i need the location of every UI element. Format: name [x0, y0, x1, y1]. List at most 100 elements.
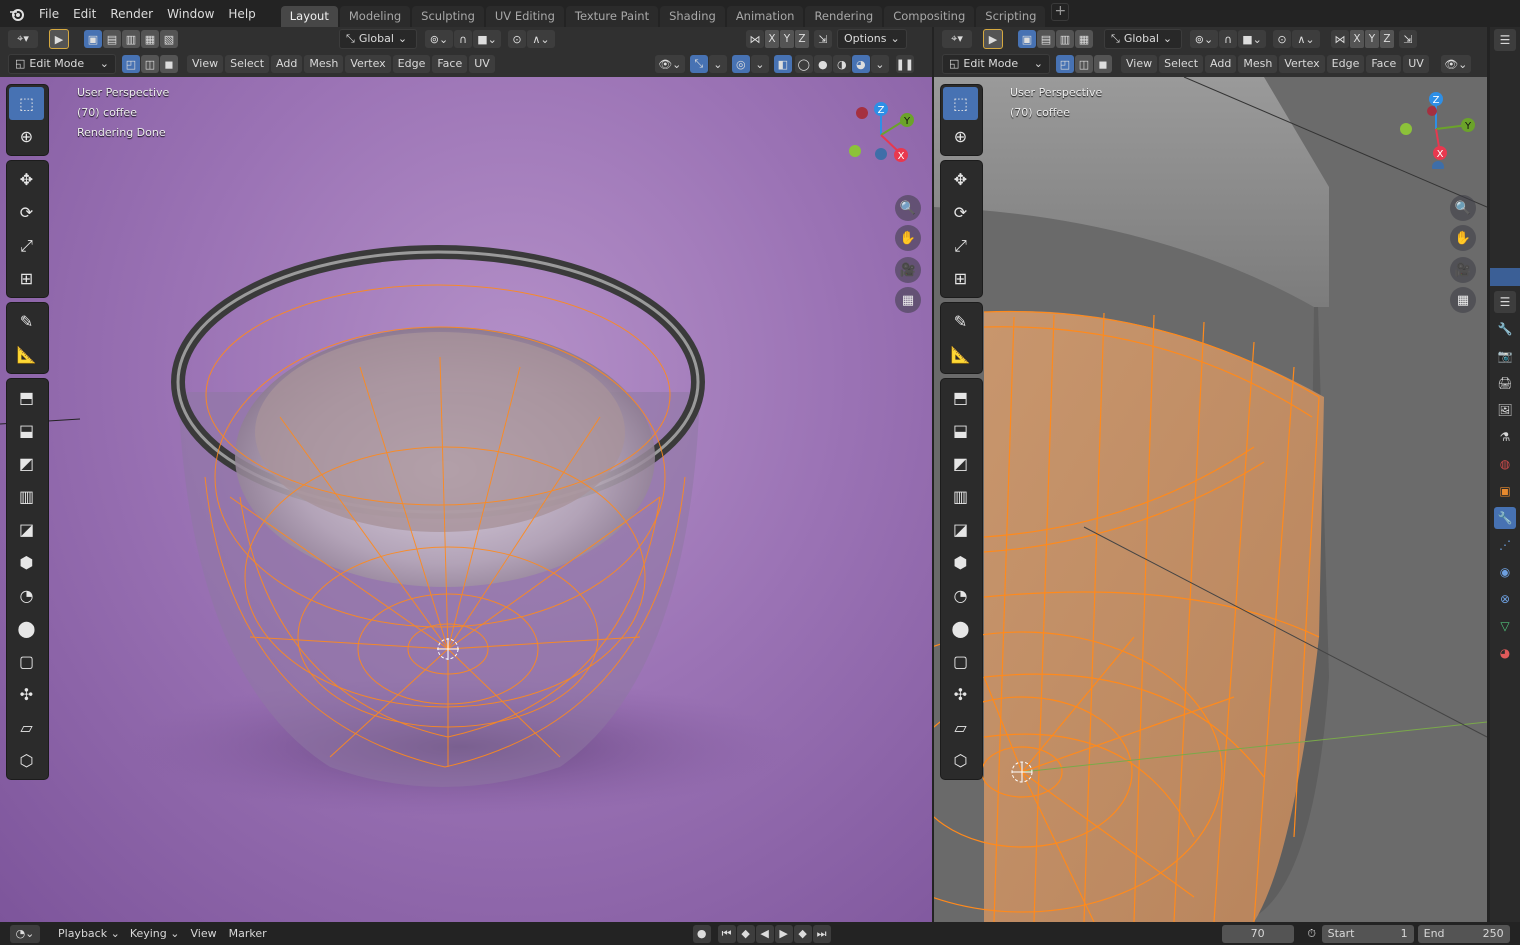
header-menu-edge[interactable]: Edge	[392, 55, 431, 73]
axis-z-toggle[interactable]: Z	[795, 30, 809, 48]
mode-subtract-icon[interactable]: ▥	[1056, 30, 1074, 48]
shrink-fatten-icon[interactable]: ✣	[9, 678, 44, 711]
marker-menu[interactable]: Marker	[223, 927, 273, 940]
tab-modeling[interactable]: Modeling	[339, 6, 411, 27]
edge-select-icon[interactable]: ◫	[1075, 55, 1093, 73]
shading-wireframe-icon[interactable]: ◯	[794, 55, 813, 73]
menu-help[interactable]: Help	[221, 3, 262, 25]
extrude-region-icon[interactable]: ⬒	[943, 381, 978, 414]
pivot-point-icon[interactable]: ⊚⌄	[1190, 30, 1218, 48]
cursor-icon[interactable]: ⊕	[943, 120, 978, 153]
properties-editor-icon[interactable]: ☰	[1494, 29, 1516, 51]
properties-editor-icon[interactable]: ☰	[1494, 291, 1516, 313]
header-menu-mesh[interactable]: Mesh	[304, 55, 344, 73]
vertex-select-icon[interactable]: ◰	[1056, 55, 1074, 73]
shrink-fatten-icon[interactable]: ✣	[943, 678, 978, 711]
axis-y-toggle[interactable]: Y	[780, 30, 794, 48]
visibility-icon[interactable]: 👁⌄	[654, 55, 685, 73]
shading-material-icon[interactable]: ◑	[832, 55, 851, 73]
axis-z-toggle[interactable]: Z	[1380, 30, 1394, 48]
keying-menu[interactable]: Keying ⌄	[125, 927, 185, 940]
header-menu-uv[interactable]: UV	[469, 55, 495, 73]
tool-select-icon[interactable]: ▶	[983, 29, 1003, 49]
header-menu-mesh[interactable]: Mesh	[1238, 55, 1278, 73]
camera-view-icon[interactable]: 🎥	[1450, 257, 1476, 283]
loop-cut-icon[interactable]: ▥	[9, 480, 44, 513]
overlays-icon[interactable]: ◎	[731, 55, 750, 73]
record-icon[interactable]: ●	[692, 924, 711, 943]
annotate-icon[interactable]: ✎	[9, 305, 44, 338]
header-menu-select[interactable]: Select	[225, 55, 270, 73]
ortho-grid-icon[interactable]: ▦	[1450, 287, 1476, 313]
shading-rendered-icon[interactable]: ◕	[851, 55, 870, 73]
mode-difference-icon[interactable]: ▦	[141, 30, 159, 48]
next-keyframe-icon[interactable]: ◆	[793, 924, 812, 943]
transform-icon[interactable]: ⊞	[9, 262, 44, 295]
blender-logo-icon[interactable]	[8, 5, 26, 23]
face-select-icon[interactable]: ◼	[160, 55, 178, 73]
measure-icon[interactable]: 📐	[9, 338, 44, 371]
loop-cut-icon[interactable]: ▥	[943, 480, 978, 513]
scene-properties-icon[interactable]: ⚗	[1494, 426, 1516, 448]
pause-render-icon[interactable]: ❚❚	[896, 55, 914, 73]
header-menu-face[interactable]: Face	[1366, 55, 1402, 73]
zoom-icon[interactable]: 🔍	[895, 195, 921, 221]
mode-subtract-icon[interactable]: ▥	[122, 30, 140, 48]
end-frame-field[interactable]: End 250	[1417, 924, 1510, 943]
play-reverse-icon[interactable]: ◀	[755, 924, 774, 943]
modifier-properties-icon[interactable]: 🔧	[1494, 507, 1516, 529]
pivot-point-icon[interactable]: ⊚⌄	[425, 30, 453, 48]
header-menu-edge[interactable]: Edge	[1326, 55, 1365, 73]
snap-icon[interactable]: ∩	[1219, 30, 1237, 48]
proportional-edit-icon[interactable]: ⊙	[1273, 30, 1291, 48]
tab-animation[interactable]: Animation	[726, 6, 804, 27]
falloff-icon[interactable]: ∧⌄	[1292, 30, 1320, 48]
header-menu-add[interactable]: Add	[1205, 55, 1237, 73]
mode-dropdown[interactable]: ◱ Edit Mode ⌄	[8, 54, 116, 74]
constraints-icon[interactable]: ⊗	[1494, 588, 1516, 610]
mode-set-icon[interactable]: ▣	[1018, 30, 1036, 48]
edge-slide-icon[interactable]: ▢	[9, 645, 44, 678]
options-dropdown[interactable]: Options ⌄	[837, 29, 907, 49]
rotate-icon[interactable]: ⟳	[9, 196, 44, 229]
mode-difference-icon[interactable]: ▦	[1075, 30, 1093, 48]
bevel-icon[interactable]: ◩	[943, 447, 978, 480]
tab-uv-editing[interactable]: UV Editing	[485, 6, 564, 27]
transform-icon[interactable]: ⊞	[943, 262, 978, 295]
editor-type-icon[interactable]: ⌖▾	[942, 30, 972, 48]
header-menu-view[interactable]: View	[1121, 55, 1158, 73]
gizmo-icon[interactable]: ⤡	[689, 55, 708, 73]
navigation-gizmo[interactable]: Z Y X	[1396, 89, 1476, 169]
snap-icon[interactable]: ∩	[454, 30, 472, 48]
rip-region-icon[interactable]: ⬡	[9, 744, 44, 777]
transform-orientation-dropdown[interactable]: ⤡ Global ⌄	[339, 29, 417, 49]
right-3d-viewport[interactable]: ⌖▾ ▶ ▣ ▤ ▥ ▦ ⤡ Global ⌄ ⊚⌄ ∩ ■⌄ ⊙ ∧⌄ ⋈ X Y…	[934, 27, 1487, 922]
select-box-icon[interactable]: ⬚	[943, 87, 978, 120]
pan-hand-icon[interactable]: ✋	[1450, 225, 1476, 251]
current-frame-field[interactable]: 70	[1221, 924, 1294, 943]
inset-faces-icon[interactable]: ⬓	[9, 414, 44, 447]
camera-view-icon[interactable]: 🎥	[895, 257, 921, 283]
view-layer-icon[interactable]: 🖼	[1494, 399, 1516, 421]
tab-compositing[interactable]: Compositing	[884, 6, 975, 27]
overlays-dropdown-icon[interactable]: ⌄	[750, 55, 769, 73]
transform-orientation-dropdown[interactable]: ⤡ Global ⌄	[1104, 29, 1182, 49]
smooth-icon[interactable]: ⬤	[943, 612, 978, 645]
view-menu[interactable]: View	[184, 927, 222, 940]
smooth-icon[interactable]: ⬤	[9, 612, 44, 645]
start-frame-field[interactable]: Start 1	[1321, 924, 1414, 943]
tab-layout[interactable]: Layout	[280, 6, 338, 27]
select-box-icon[interactable]: ⬚	[9, 87, 44, 120]
editor-type-clock-icon[interactable]: ◔⌄	[10, 924, 40, 943]
header-menu-vertex[interactable]: Vertex	[1279, 55, 1325, 73]
face-select-icon[interactable]: ◼	[1094, 55, 1112, 73]
shading-dropdown-icon[interactable]: ⌄	[870, 55, 889, 73]
header-menu-add[interactable]: Add	[271, 55, 303, 73]
physics-icon[interactable]: ◉	[1494, 561, 1516, 583]
axis-y-toggle[interactable]: Y	[1365, 30, 1379, 48]
ortho-grid-icon[interactable]: ▦	[895, 287, 921, 313]
snap-target-icon[interactable]: ■⌄	[473, 30, 501, 48]
render-view[interactable]: User Perspective (70) coffee Rendering D…	[0, 77, 932, 922]
inset-faces-icon[interactable]: ⬓	[943, 414, 978, 447]
menu-window[interactable]: Window	[160, 3, 221, 25]
